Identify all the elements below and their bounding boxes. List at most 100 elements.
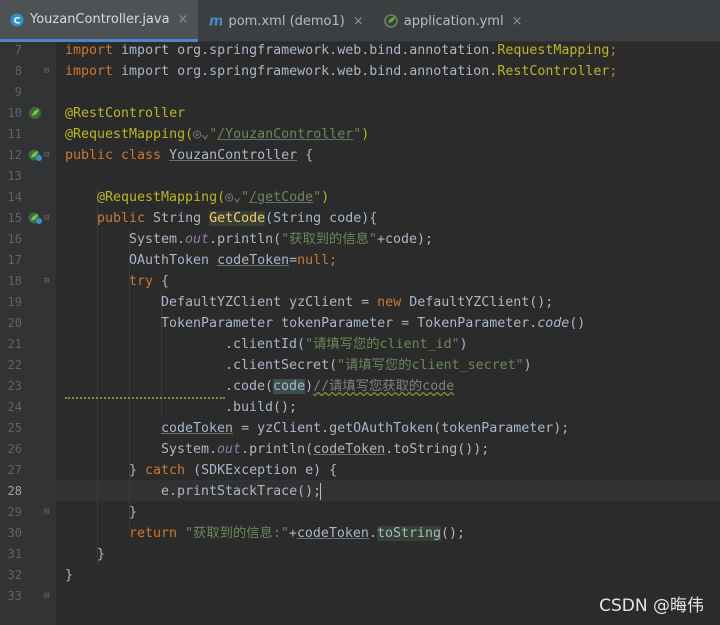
code-text: ) [305, 379, 314, 394]
code-line-10: @RestController [65, 103, 185, 124]
code-text: .clientSecret( [225, 358, 338, 373]
import-keyword: import [65, 64, 122, 79]
code-editor[interactable]: 7 8 9 10 11 12 13 14 15 16 17 18 19 20 2… [0, 42, 720, 625]
line-number: 15 [7, 211, 22, 225]
line-number: 8 [14, 64, 22, 78]
code-line-15: public String GetCode(String code){ [97, 208, 377, 229]
request-mapping-gutter-icon[interactable] [28, 210, 42, 224]
fold-marker-icon[interactable]: ⊟ [44, 145, 49, 166]
code-text: "请填写您的client_secret" [337, 358, 524, 373]
fold-marker-icon[interactable]: ⊟ [44, 502, 49, 523]
gutter: 7 8 9 10 11 12 13 14 15 16 17 18 19 20 2… [0, 42, 56, 625]
url-globe-icon[interactable]: ◎⌄ [193, 127, 209, 142]
code-text: .build(); [225, 400, 298, 415]
code-text: ; [609, 43, 618, 58]
code-text: (); [441, 526, 466, 541]
code-text: @RequestMapping( [97, 190, 226, 205]
code-line-23: .code(code)//请填写您获取的code [225, 376, 454, 397]
code-line-14: @RequestMapping(◎⌄"/getCode") [97, 187, 329, 208]
code-text: ; [609, 64, 618, 79]
code-text: } [129, 505, 138, 520]
code-text[interactable]: /getCode [249, 190, 313, 205]
code-text: " [241, 190, 250, 205]
line-number: 22 [7, 358, 22, 372]
tab-label: YouzanController.java [30, 12, 170, 27]
code-text: TokenParameter tokenParameter = TokenPar… [161, 316, 538, 331]
code-text: new [377, 295, 410, 310]
code-text: code [273, 379, 306, 394]
code-text: " [209, 127, 218, 142]
code-line-32: } [65, 565, 73, 586]
fold-marker-icon[interactable]: ⊟ [44, 586, 49, 607]
fold-marker-icon[interactable]: ⊟ [44, 61, 49, 82]
code-text: String [153, 211, 210, 226]
code-text: return [129, 526, 186, 541]
code-text: } [129, 463, 146, 478]
code-text: RestController [497, 64, 610, 79]
line-number: 24 [7, 400, 22, 414]
line-number: 19 [7, 295, 22, 309]
line-number: 30 [7, 526, 22, 540]
warning-squiggle [65, 394, 225, 399]
code-text: .println( [209, 232, 282, 247]
fold-marker-icon[interactable]: ⊟ [44, 208, 49, 229]
url-globe-icon[interactable]: ◎⌄ [225, 190, 241, 205]
code-text: public [97, 211, 154, 226]
code-line-17: OAuthToken codeToken=null; [129, 250, 337, 271]
spring-bean-gutter-icon[interactable] [28, 105, 42, 119]
import-keyword: import [65, 43, 122, 58]
maven-icon: m [208, 14, 222, 28]
spring-bean-gutter-icon[interactable] [28, 147, 42, 161]
code-text: toString [376, 526, 441, 541]
code-line-22: .clientSecret("请填写您的client_secret") [225, 355, 532, 376]
code-text: .code( [225, 379, 274, 394]
code-text: RequestMapping [497, 43, 610, 58]
code-text: codeToken [217, 253, 290, 268]
close-tab-icon[interactable]: × [512, 14, 523, 29]
line-number: 21 [7, 337, 22, 351]
code-line-30: return "获取到的信息:"+codeToken.toString(); [129, 523, 465, 544]
code-text: null [297, 253, 330, 268]
code-line-27: } catch (SDKException e) { [129, 460, 337, 481]
code-line-25: codeToken = yzClient.getOAuthToken(token… [161, 418, 569, 439]
code-line-31: } [97, 544, 105, 565]
code-line-24: .build(); [225, 397, 297, 418]
code-text: + [288, 526, 297, 541]
tab-application-yml[interactable]: application.yml × [374, 0, 533, 42]
code-line-11: @RequestMapping(◎⌄"/YouzanController") [65, 124, 369, 145]
code-text: YouzanController [169, 148, 298, 163]
close-tab-icon[interactable]: × [178, 12, 189, 27]
code-text: @RestController [65, 106, 186, 121]
line-number: 20 [7, 316, 22, 330]
code-text: ) [523, 358, 532, 373]
code-text: out [217, 442, 242, 457]
code-line-16: System.out.println("获取到的信息"+code); [129, 229, 433, 250]
fold-marker-icon[interactable]: ⊟ [44, 271, 49, 292]
editor-tab-bar: C YouzanController.java × m pom.xml (dem… [0, 0, 720, 42]
code-text: (String code){ [265, 211, 378, 226]
line-number: 28 [7, 484, 22, 498]
code-text: public class [65, 148, 170, 163]
tab-youzancontroller-java[interactable]: C YouzanController.java × [0, 0, 199, 42]
code-text: "请填写您的client_id" [305, 337, 460, 352]
code-text: { [153, 274, 170, 289]
tab-pom-xml[interactable]: m pom.xml (demo1) × [198, 0, 373, 42]
code-text: codeToken [161, 421, 234, 436]
code-text: () [569, 316, 586, 331]
code-text[interactable]: /YouzanController [217, 127, 353, 142]
svg-text:C: C [14, 16, 21, 26]
close-tab-icon[interactable]: × [353, 14, 364, 29]
code-text: codeToken [313, 442, 386, 457]
line-number: 26 [7, 442, 22, 456]
code-line-28[interactable]: e.printStackTrace(); [161, 481, 321, 502]
line-number: 11 [7, 127, 22, 141]
text-caret [320, 483, 321, 500]
line-number: 31 [7, 547, 22, 561]
code-text: "获取到的信息" [281, 232, 377, 247]
code-line-26: System.out.println(codeToken.toString())… [161, 439, 489, 460]
code-text: codeToken [296, 526, 369, 541]
code-text: OAuthToken [129, 253, 218, 268]
code-line-18: try { [129, 271, 169, 292]
code-text: .println( [241, 442, 314, 457]
code-line-8: import import org.springframework.web.bi… [65, 61, 617, 82]
